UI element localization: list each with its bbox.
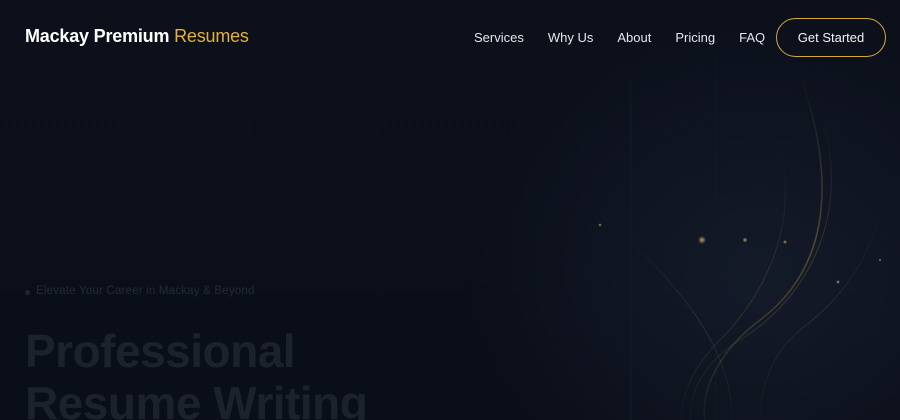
hero-title-line-2: Resume Writing	[25, 377, 368, 420]
nav-link-faq[interactable]: FAQ	[739, 30, 765, 45]
main-nav: Services Why Us About Pricing FAQ	[474, 30, 765, 45]
nav-link-services[interactable]: Services	[474, 30, 524, 45]
site-header: Mackay Premium Resumes Services Why Us A…	[0, 0, 900, 76]
brand-name-accent: Resumes	[174, 26, 249, 46]
hero-title-line-1: Professional	[25, 325, 296, 377]
nav-link-why-us[interactable]: Why Us	[548, 30, 594, 45]
nav-link-pricing[interactable]: Pricing	[675, 30, 715, 45]
eyebrow-dot-icon	[25, 290, 30, 295]
brand-logo[interactable]: Mackay Premium Resumes	[25, 26, 249, 47]
get-started-button[interactable]: Get Started	[776, 18, 886, 57]
nav-link-about[interactable]: About	[617, 30, 651, 45]
landing-page: Mackay Premium Resumes Services Why Us A…	[0, 0, 900, 420]
brand-name-main: Mackay Premium	[25, 26, 170, 46]
hero-title: Professional Resume Writing	[25, 325, 445, 420]
hero-eyebrow: Elevate Your Career in Mackay & Beyond	[36, 285, 255, 297]
